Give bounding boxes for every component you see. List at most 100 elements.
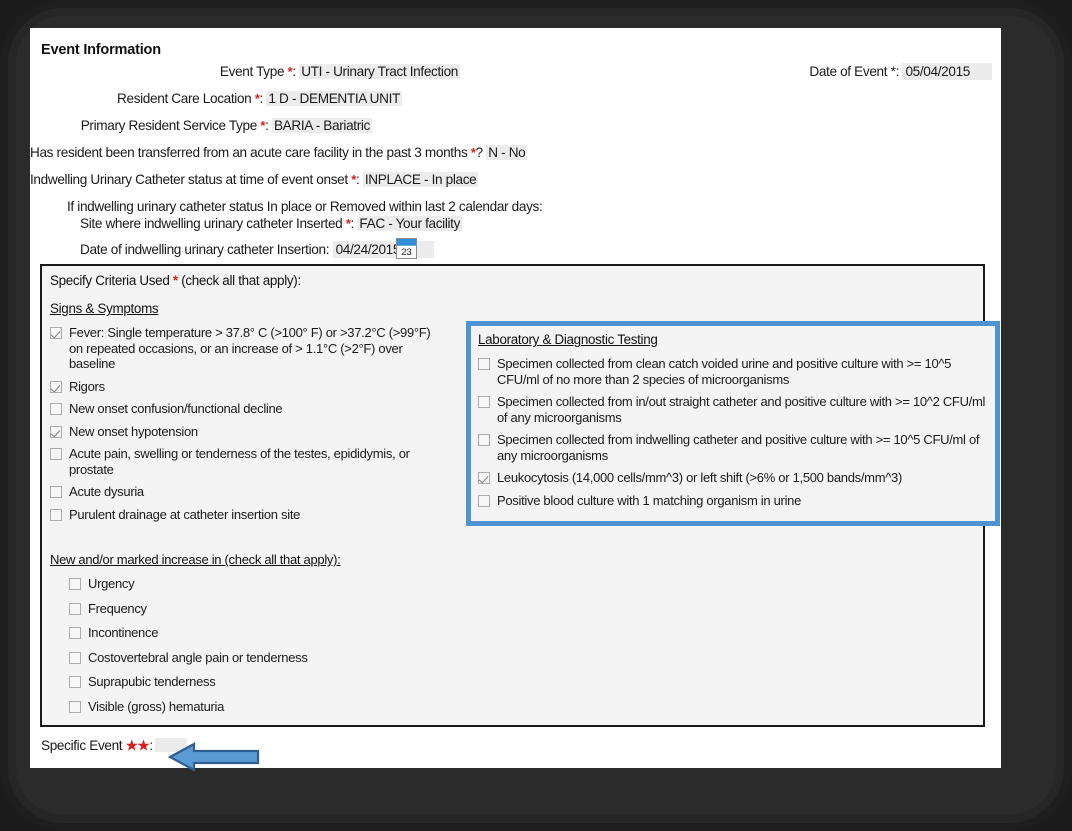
field-label-transfer-history: Has resident been transferred from an ac… xyxy=(30,145,468,160)
checkbox-row-positive-blood-culture[interactable]: Positive blood culture with 1 matching o… xyxy=(478,493,987,509)
checkbox-new-onset-hypotension[interactable] xyxy=(50,425,62,438)
checkbox-label-rigors: Rigors xyxy=(69,378,105,394)
field-value-resident-care-location[interactable]: 1 D - DEMENTIA UNIT xyxy=(266,91,402,106)
signs-symptoms-heading: Signs & Symptoms xyxy=(50,301,159,316)
checkbox-label-urgency: Urgency xyxy=(88,576,135,591)
specific-event-label: Specific Event xyxy=(41,738,123,753)
checkbox-label-clean-catch-voided-urine: Specimen collected from clean catch void… xyxy=(497,356,952,387)
checkbox-row-clean-catch-voided-urine[interactable]: Specimen collected from clean catch void… xyxy=(478,356,987,387)
field-row-primary-resident-service-type: Primary Resident Service Type *: BARIA -… xyxy=(30,118,372,133)
signs-symptoms-list: Fever: Single temperature > 37.8° C (>10… xyxy=(50,325,435,522)
field-row-event-type: Event Type *: UTI - Urinary Tract Infect… xyxy=(30,64,460,79)
criteria-heading-note: (check all that apply): xyxy=(181,273,301,288)
checkbox-label-frequency: Frequency xyxy=(88,600,147,616)
increase-heading: New and/or marked increase in (check all… xyxy=(50,552,341,567)
field-sep-resident-care-location: : xyxy=(259,91,264,106)
field-value-event-type[interactable]: UTI - Urinary Tract Infection xyxy=(299,64,460,79)
checkbox-label-incontinence: Incontinence xyxy=(88,625,159,640)
field-sep-event-type: : xyxy=(292,64,296,79)
checkbox-incontinence[interactable] xyxy=(69,627,81,639)
field-row-insertion-site: Site where indwelling urinary catheter I… xyxy=(80,216,463,231)
field-value-insertion-site[interactable]: FAC - Your facility xyxy=(357,216,463,231)
field-sep-insertion-site: : xyxy=(350,216,355,231)
checkbox-row-frequency[interactable]: Frequency xyxy=(69,601,435,617)
lab-diagnostic-highlight-box: Laboratory & Diagnostic Testing Specimen… xyxy=(466,321,1000,526)
specific-event-row: Specific Event ★★: xyxy=(41,738,187,754)
conditional-note: If indwelling urinary catheter status In… xyxy=(67,199,543,214)
checkbox-urgency[interactable] xyxy=(69,578,81,590)
field-value-primary-resident-service-type[interactable]: BARIA - Bariatric xyxy=(271,118,372,133)
checkbox-label-suprapubic-tenderness: Suprapubic tenderness xyxy=(88,674,216,689)
checkbox-row-purulent-drainage[interactable]: Purulent drainage at catheter insertion … xyxy=(50,507,435,523)
date-of-event-row: Date of Event *: 05/04/2015 xyxy=(809,63,992,80)
date-of-event-sep: : xyxy=(895,64,900,79)
specific-event-sep: : xyxy=(149,738,153,753)
checkbox-clean-catch-voided-urine[interactable] xyxy=(478,358,490,370)
checkbox-label-positive-blood-culture: Positive blood culture with 1 matching o… xyxy=(497,492,802,508)
checkbox-label-fever: Fever: Single temperature > 37.8° C (>10… xyxy=(69,325,431,371)
checkbox-row-in-out-straight-catheter[interactable]: Specimen collected from in/out straight … xyxy=(478,394,987,425)
field-value-insertion-date[interactable]: 04/24/2015 xyxy=(332,241,435,258)
checkbox-leukocytosis[interactable] xyxy=(478,472,490,484)
checkbox-row-incontinence[interactable]: Incontinence xyxy=(69,625,435,641)
date-of-event-label: Date of Event xyxy=(809,64,888,79)
field-label-catheter-status: Indwelling Urinary Catheter status at ti… xyxy=(30,172,348,187)
lab-diagnostic-heading: Laboratory & Diagnostic Testing xyxy=(478,332,658,347)
checkbox-in-out-straight-catheter[interactable] xyxy=(478,396,490,408)
calendar-icon[interactable]: 23 xyxy=(396,238,417,259)
checkbox-row-costovertebral-angle-pain[interactable]: Costovertebral angle pain or tenderness xyxy=(69,650,435,666)
lab-diagnostic-column: Laboratory & Diagnostic Testing Specimen… xyxy=(471,326,995,508)
checkbox-row-leukocytosis[interactable]: Leukocytosis (14,000 cells/mm^3) or left… xyxy=(478,470,987,486)
checkbox-new-onset-confusion[interactable] xyxy=(50,403,62,415)
field-row-transfer-history: Has resident been transferred from an ac… xyxy=(30,145,528,160)
field-row-catheter-status: Indwelling Urinary Catheter status at ti… xyxy=(30,172,479,187)
required-star-icon: * xyxy=(172,273,178,288)
field-label-event-type: Event Type xyxy=(219,64,285,79)
required-star-icon: ★★ xyxy=(125,738,150,753)
checkbox-label-leukocytosis: Leukocytosis (14,000 cells/mm^3) or left… xyxy=(497,470,902,485)
checkbox-indwelling-catheter[interactable] xyxy=(478,434,490,446)
checkbox-row-new-onset-confusion[interactable]: New onset confusion/functional decline xyxy=(50,401,435,417)
date-of-event-value[interactable]: 05/04/2015 xyxy=(902,63,992,80)
checkbox-acute-dysuria[interactable] xyxy=(50,486,62,498)
checkbox-row-suprapubic-tenderness[interactable]: Suprapubic tenderness xyxy=(69,674,435,690)
checkbox-label-costovertebral-angle-pain: Costovertebral angle pain or tenderness xyxy=(88,649,308,665)
checkbox-label-new-onset-hypotension: New onset hypotension xyxy=(69,423,198,439)
checkbox-costovertebral-angle-pain[interactable] xyxy=(69,651,81,664)
field-value-transfer-history[interactable]: N - No xyxy=(486,145,528,160)
checkbox-label-in-out-straight-catheter: Specimen collected from in/out straight … xyxy=(497,394,986,425)
calendar-icon-day: 23 xyxy=(401,247,412,258)
checkbox-rigors[interactable] xyxy=(50,380,62,393)
checkbox-label-purulent-drainage: Purulent drainage at catheter insertion … xyxy=(69,506,301,522)
field-sep-primary-resident-service-type: : xyxy=(265,118,269,133)
checkbox-row-urgency[interactable]: Urgency xyxy=(69,576,435,592)
field-label-insertion-site: Site where indwelling urinary catheter I… xyxy=(80,216,343,231)
criteria-heading-text: Specify Criteria Used xyxy=(50,273,170,288)
criteria-heading: Specify Criteria Used * (check all that … xyxy=(50,273,301,288)
checkbox-row-fever[interactable]: Fever: Single temperature > 37.8° C (>10… xyxy=(50,325,435,372)
checkbox-label-new-onset-confusion: New onset confusion/functional decline xyxy=(69,401,283,416)
field-label-primary-resident-service-type: Primary Resident Service Type xyxy=(80,118,258,133)
annotation-arrow-icon xyxy=(168,742,260,772)
field-sep-transfer-history: ? xyxy=(475,145,484,160)
page-title: Event Information xyxy=(41,42,161,58)
field-sep-catheter-status: : xyxy=(355,172,360,187)
checkbox-label-acute-dysuria: Acute dysuria xyxy=(69,484,144,499)
checkbox-row-indwelling-catheter[interactable]: Specimen collected from indwelling cathe… xyxy=(478,432,987,463)
checkbox-positive-blood-culture[interactable] xyxy=(478,494,490,507)
checkbox-purulent-drainage[interactable] xyxy=(50,508,62,521)
field-value-catheter-status[interactable]: INPLACE - In place xyxy=(362,172,479,187)
checkbox-suprapubic-tenderness[interactable] xyxy=(69,676,81,688)
field-row-resident-care-location: Resident Care Location *: 1 D - DEMENTIA… xyxy=(30,91,402,106)
checkbox-fever[interactable] xyxy=(50,327,62,339)
device-bezel: Event Information Date of Event *: 05/04… xyxy=(0,0,1072,831)
checkbox-acute-pain[interactable] xyxy=(50,448,62,460)
checkbox-row-new-onset-hypotension[interactable]: New onset hypotension xyxy=(50,424,435,440)
checkbox-frequency[interactable] xyxy=(69,602,81,615)
checkbox-row-visible-hematuria[interactable]: Visible (gross) hematuria xyxy=(69,699,435,715)
checkbox-visible-hematuria[interactable] xyxy=(69,700,81,713)
checkbox-row-rigors[interactable]: Rigors xyxy=(50,379,435,395)
field-row-insertion-date: Date of indwelling urinary catheter Inse… xyxy=(80,241,435,258)
checkbox-row-acute-pain[interactable]: Acute pain, swelling or tenderness of th… xyxy=(50,446,435,477)
checkbox-row-acute-dysuria[interactable]: Acute dysuria xyxy=(50,484,435,500)
